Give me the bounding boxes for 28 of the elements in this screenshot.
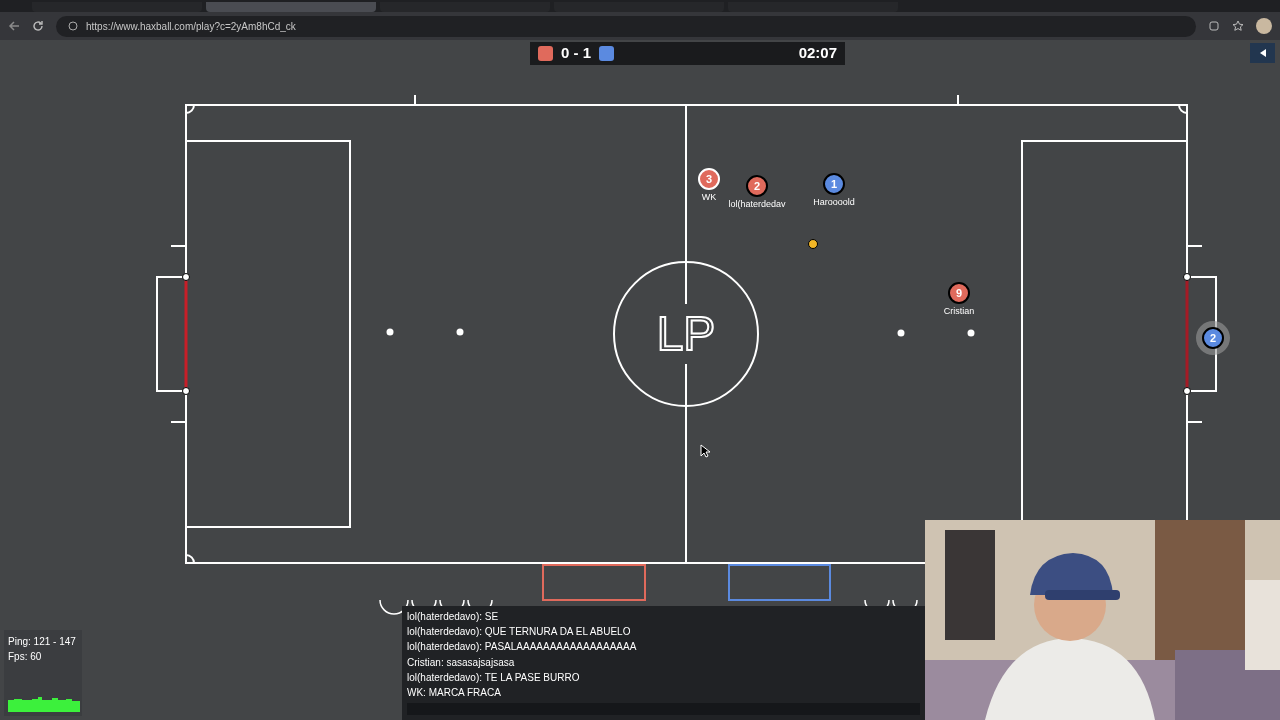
chat-message: WK: MARCA FRACA <box>407 686 502 700</box>
player-name: WK <box>701 191 717 203</box>
profile-avatar[interactable] <box>1256 18 1272 34</box>
fps-text: Fps: 60 <box>8 650 43 664</box>
score-text: 0 - 1 <box>561 43 591 64</box>
mouse-cursor-icon <box>700 444 710 458</box>
reload-icon[interactable] <box>32 20 44 32</box>
menu-toggle-button[interactable] <box>1250 43 1275 63</box>
chat-message: lol(haterdedavo): PASALAAAAAAAAAAAAAAAAAA <box>407 640 638 655</box>
player-name: lol(haterdedav <box>728 198 786 210</box>
player-name: Haroooold <box>813 196 855 208</box>
team-icon <box>538 46 553 61</box>
match-timer: 02:07 <box>798 43 837 64</box>
caret-icon <box>1259 49 1266 57</box>
network-graph-icon <box>8 696 80 712</box>
team-icon <box>599 46 614 61</box>
extensions-icon[interactable] <box>1208 20 1220 32</box>
ping-text: Ping: 121 - 147 <box>8 635 77 649</box>
site-info-icon[interactable] <box>68 21 78 31</box>
address-bar[interactable]: https://www.haxball.com/play?c=2yAm8hCd_ck <box>56 15 1196 37</box>
player-name: Cristian <box>943 305 975 317</box>
url-text: https://www.haxball.com/play?c=2yAm8hCd_ck <box>86 19 296 34</box>
back-icon[interactable] <box>8 20 20 32</box>
chat-message: Cristian: sasasajsajsasa <box>407 655 516 670</box>
chat-message: lol(haterdedavo): TE LA PASE BURRO <box>407 670 581 685</box>
chat-message: lol(haterdedavo): QUE TERNURA DA EL ABUELO <box>407 625 632 640</box>
star-icon[interactable] <box>1232 20 1244 32</box>
chat-message: lol(haterdedavo): SE <box>407 610 500 624</box>
